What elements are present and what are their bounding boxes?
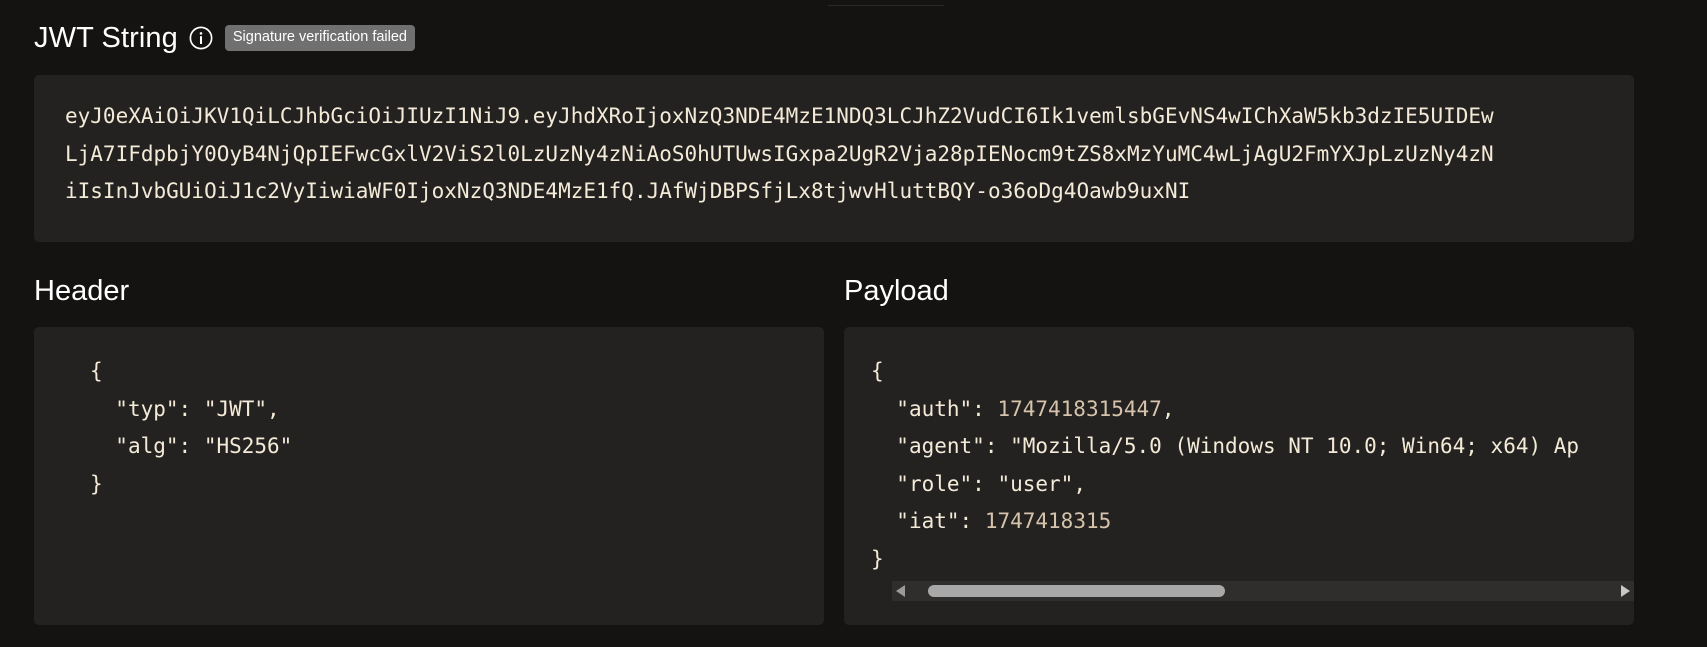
header-section-title: Header — [34, 275, 130, 307]
payload-iat-key: "iat" — [896, 509, 960, 533]
header-alg-value: "HS256" — [203, 434, 293, 458]
jwt-token-text[interactable]: eyJ0eXAiOiJKV1QiLCJhbGciOiJIUzI1NiJ9.eyJ… — [65, 98, 1625, 211]
payload-json: { "auth": 1747418315447, "agent": "Mozil… — [871, 359, 1580, 571]
token-line: eyJ0eXAiOiJKV1QiLCJhbGciOiJIUzI1NiJ9.eyJ… — [65, 104, 1494, 128]
payload-auth-value: 1747418315447 — [997, 396, 1162, 421]
token-line: iIsInJvbGUiOiJ1c2VyIiwiaWF0IjoxNzQ3NDE4M… — [65, 179, 1191, 203]
scroll-thumb[interactable] — [928, 585, 1225, 597]
payload-horizontal-scrollbar[interactable] — [892, 581, 1634, 601]
jwt-token-box[interactable]: eyJ0eXAiOiJKV1QiLCJhbGciOiJIUzI1NiJ9.eyJ… — [34, 75, 1634, 242]
payload-iat-value: 1747418315 — [984, 509, 1112, 533]
scroll-left-arrow-icon[interactable] — [896, 585, 905, 597]
payload-auth-key: "auth" — [896, 396, 973, 421]
header-close-brace: } — [90, 471, 103, 496]
header-alg-key: "alg" — [115, 434, 179, 458]
header-typ-key: "typ" — [115, 396, 179, 421]
payload-role-value: "user" — [997, 471, 1074, 496]
payload-role-key: "role" — [896, 471, 973, 496]
header-panel: { "typ": "JWT", "alg": "HS256" } — [34, 327, 824, 625]
token-line: LjA7IFdpbjY0OyB4NjQpIEFwcGxlV2ViS2l0LzUz… — [65, 141, 1494, 166]
scroll-right-arrow-icon[interactable] — [1621, 585, 1630, 597]
header-open-brace: { — [90, 359, 103, 383]
payload-close-brace: } — [871, 546, 884, 571]
signature-status-badge: Signature verification failed — [224, 25, 415, 51]
payload-agent-key: "agent" — [896, 434, 985, 458]
top-divider — [828, 0, 944, 6]
payload-agent-value: "Mozilla/5.0 (Windows NT 10.0; Win64; x6… — [1010, 434, 1580, 458]
info-icon[interactable] — [189, 26, 213, 50]
payload-section-title: Payload — [844, 275, 949, 307]
header-typ-value: "JWT" — [203, 396, 268, 421]
jwt-title: JWT String — [34, 21, 178, 54]
jwt-heading: JWT String Signature verification failed — [34, 17, 415, 59]
payload-open-brace: { — [871, 359, 884, 383]
header-json: { "typ": "JWT", "alg": "HS256" } — [90, 359, 293, 496]
